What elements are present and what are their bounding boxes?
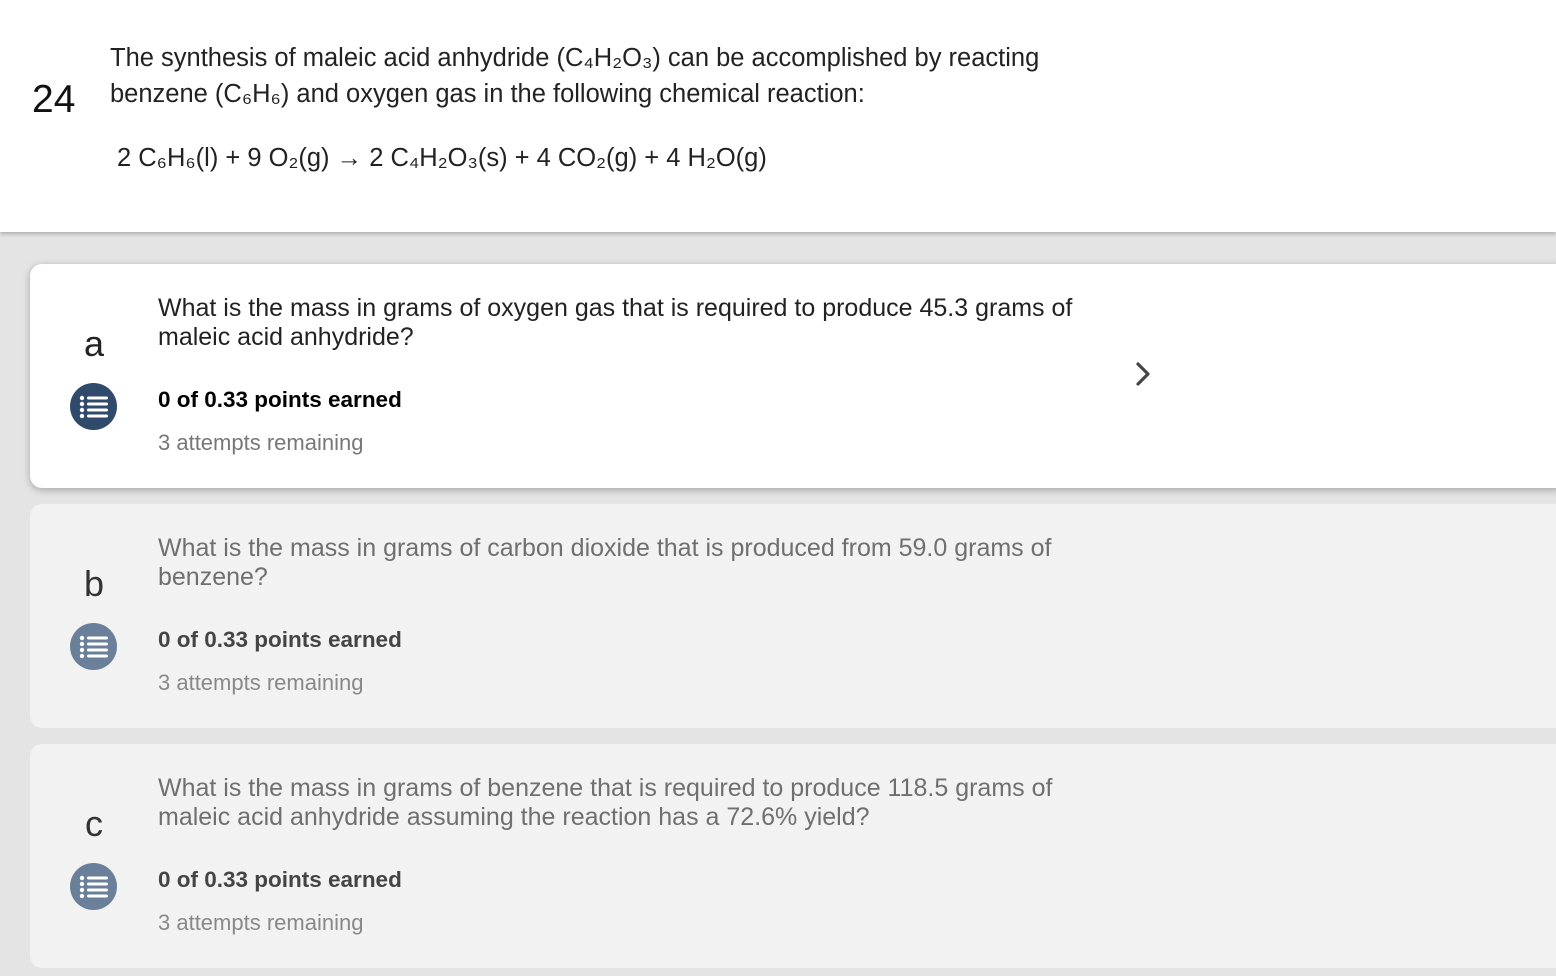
part-letter: a (83, 323, 105, 364)
list-icon-glyph (79, 395, 108, 418)
part-prompt: What is the mass in grams of carbon diox… (158, 534, 1052, 591)
question-intro: The synthesis of maleic acid anhydride (… (110, 44, 1040, 108)
attempts-remaining: 3 attempts remaining (158, 910, 364, 935)
chevron-right-icon[interactable] (1132, 360, 1156, 388)
attempts-remaining: 3 attempts remaining (158, 670, 364, 695)
list-icon[interactable] (70, 863, 117, 910)
list-icon[interactable] (70, 623, 117, 670)
part-letter: b (83, 563, 105, 604)
part-prompt: What is the mass in grams of benzene tha… (158, 774, 1053, 831)
question-number: 24 (32, 78, 76, 121)
points-earned: 0 of 0.33 points earned (158, 387, 402, 412)
part-letter: c (85, 803, 103, 844)
part-prompt: What is the mass in grams of oxygen gas … (158, 294, 1073, 351)
list-icon[interactable] (70, 383, 117, 430)
list-icon-glyph (79, 635, 108, 658)
points-earned: 0 of 0.33 points earned (158, 867, 402, 892)
question-header: 24 The synthesis of maleic acid anhydrid… (0, 0, 1556, 232)
part-card-a[interactable]: a What is the mass in grams of oxygen ga… (30, 264, 1556, 488)
points-earned: 0 of 0.33 points earned (158, 627, 402, 652)
part-card-c[interactable]: c What is the mass in grams of benzene t… (30, 744, 1556, 968)
list-icon-glyph (79, 875, 108, 898)
attempts-remaining: 3 attempts remaining (158, 430, 364, 455)
parts-list: a What is the mass in grams of oxygen ga… (0, 232, 1556, 976)
part-card-b[interactable]: b What is the mass in grams of carbon di… (30, 504, 1556, 728)
chemical-equation: 2 C₆H₆(l) + 9 O₂(g) → 2 C₄H₂O₃(s) + 4 CO… (117, 144, 767, 172)
